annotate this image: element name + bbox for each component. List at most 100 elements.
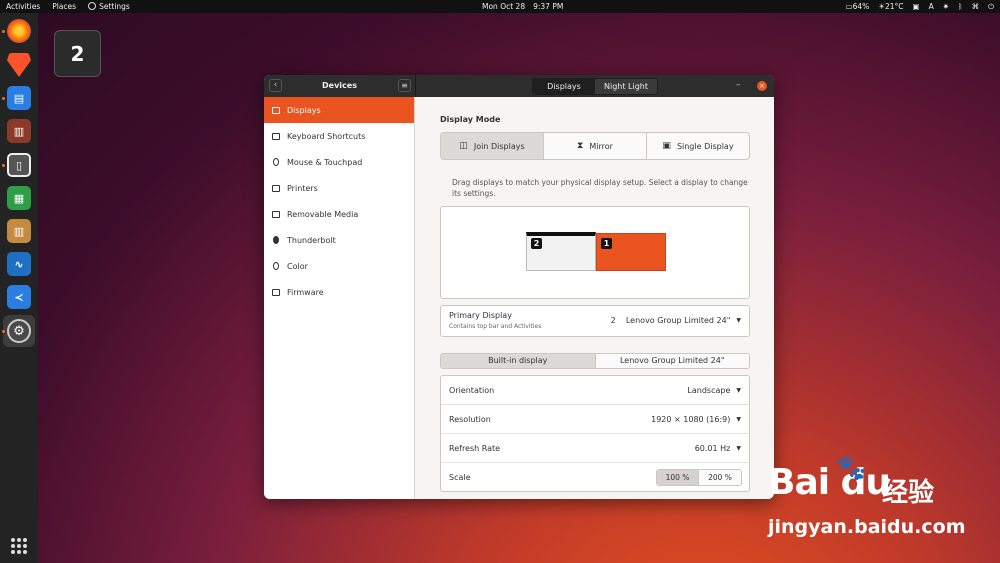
sidebar-item-firmware[interactable]: Firmware bbox=[264, 279, 414, 305]
mouse-icon bbox=[273, 158, 279, 166]
display-mode-heading: Display Mode bbox=[440, 115, 501, 124]
sidebar-item-mouse-touchpad[interactable]: Mouse & Touchpad bbox=[264, 149, 414, 175]
chevron-down-icon: ▼ bbox=[736, 416, 741, 423]
baidu-watermark: Bai du 🐾 经验 jingyan.baidu.com bbox=[768, 452, 990, 544]
running-indicator bbox=[2, 164, 5, 167]
display-arrangement-area: 2 1 bbox=[440, 206, 750, 299]
monitor-1[interactable]: 1 bbox=[596, 233, 666, 271]
sidebar-item-color[interactable]: Color bbox=[264, 253, 414, 279]
refresh-rate-value: 60.01 Hz bbox=[694, 444, 731, 453]
brightness-icon[interactable]: ✷ bbox=[943, 2, 949, 11]
sidebar-item-label: Removable Media bbox=[287, 209, 359, 219]
hamburger-menu-button[interactable]: ≡ bbox=[398, 79, 411, 92]
temperature-label: 21°C bbox=[885, 2, 904, 11]
color-icon bbox=[273, 262, 279, 270]
files-icon[interactable]: ▤ bbox=[7, 86, 31, 110]
settings-app-label: Settings bbox=[99, 2, 130, 11]
minimize-button[interactable]: – bbox=[736, 80, 741, 90]
printer-icon bbox=[272, 184, 280, 192]
battery-indicator[interactable]: ▭64% bbox=[846, 2, 870, 11]
primary-display-sublabel: Contains top bar and Activities bbox=[449, 323, 542, 330]
resolution-dropdown[interactable]: 1920 × 1080 (16:9) ▼ bbox=[651, 415, 741, 424]
camera-icon[interactable]: ▣ bbox=[913, 2, 920, 11]
orientation-row[interactable]: Orientation Landscape ▼ bbox=[441, 376, 749, 405]
settings-window: ‹ Devices ≡ Displays Night Light – × Dis… bbox=[264, 75, 774, 499]
tab-lenovo-display[interactable]: Lenovo Group Limited 24" bbox=[595, 354, 749, 368]
sidebar-item-keyboard-shortcuts[interactable]: Keyboard Shortcuts bbox=[264, 123, 414, 149]
tab-built-in-display[interactable]: Built-in display bbox=[441, 354, 596, 368]
resolution-row[interactable]: Resolution 1920 × 1080 (16:9) ▼ bbox=[441, 405, 749, 434]
weather-indicator[interactable]: ☀21°C bbox=[878, 2, 903, 11]
refresh-rate-row[interactable]: Refresh Rate 60.01 Hz ▼ bbox=[441, 434, 749, 463]
places-menu[interactable]: Places bbox=[46, 2, 82, 11]
settings-app-menu[interactable]: Settings bbox=[82, 2, 136, 11]
tab-displays[interactable]: Displays bbox=[533, 79, 595, 94]
refresh-rate-label: Refresh Rate bbox=[449, 444, 501, 453]
scale-200-button[interactable]: 200 % bbox=[699, 470, 741, 485]
media-icon bbox=[272, 210, 280, 218]
mode-label: Single Display bbox=[676, 141, 734, 151]
firmware-icon bbox=[272, 288, 280, 296]
battery-percent: 64% bbox=[852, 2, 870, 11]
workspace-indicator: 2 bbox=[54, 30, 101, 77]
weather-icon: ☀ bbox=[878, 2, 885, 11]
network-icon[interactable]: ⌘ bbox=[972, 2, 980, 11]
primary-display-row[interactable]: Primary Display Contains top bar and Act… bbox=[440, 305, 750, 337]
activities-button[interactable]: Activities bbox=[0, 2, 46, 11]
scale-100-button[interactable]: 100 % bbox=[657, 470, 699, 485]
orientation-label: Orientation bbox=[449, 386, 495, 395]
power-icon[interactable]: ⏻ bbox=[988, 2, 994, 12]
sidebar-item-label: Displays bbox=[287, 105, 321, 115]
close-button[interactable]: × bbox=[757, 81, 767, 91]
tab-night-light[interactable]: Night Light bbox=[595, 79, 657, 94]
join-displays-button[interactable]: ◫ Join Displays bbox=[441, 133, 544, 159]
firefox-icon[interactable] bbox=[7, 19, 31, 43]
sidebar-item-label: Printers bbox=[287, 183, 318, 193]
primary-display-value: Lenovo Group Limited 24" bbox=[625, 316, 731, 325]
displays-panel: Display Mode ◫ Join Displays ⧗ Mirror ▣ Sin… bbox=[416, 97, 774, 499]
paw-icon: 🐾 bbox=[836, 454, 866, 482]
date-label: Mon Oct 28 bbox=[482, 2, 526, 11]
bluetooth-icon[interactable]: ᛒ bbox=[958, 2, 963, 11]
display-settings-list: Orientation Landscape ▼ Resolution 1920 ×… bbox=[440, 375, 750, 492]
sidebar-item-label: Firmware bbox=[287, 287, 324, 297]
settings-icon[interactable]: ⚙ bbox=[7, 319, 31, 343]
monitor-2[interactable]: 2 bbox=[526, 232, 596, 271]
scale-label: Scale bbox=[449, 473, 471, 482]
sidebar-item-printers[interactable]: Printers bbox=[264, 175, 414, 201]
clock[interactable]: Mon Oct 28 9:37 PM bbox=[482, 2, 563, 11]
keyboard-icon bbox=[272, 132, 280, 140]
show-applications-icon[interactable] bbox=[11, 538, 27, 554]
single-display-button[interactable]: ▣ Single Display bbox=[647, 133, 749, 159]
sidebar-item-thunderbolt[interactable]: Thunderbolt bbox=[264, 227, 414, 253]
brave-icon[interactable] bbox=[7, 53, 31, 77]
sidebar-item-label: Keyboard Shortcuts bbox=[287, 131, 366, 141]
monitor-number: 2 bbox=[531, 238, 542, 249]
watermark-url: jingyan.baidu.com bbox=[768, 516, 966, 538]
primary-display-dropdown[interactable]: 2 Lenovo Group Limited 24" ▼ bbox=[611, 316, 741, 325]
mode-label: Mirror bbox=[589, 141, 613, 151]
mirror-button[interactable]: ⧗ Mirror bbox=[544, 133, 647, 159]
archive-icon[interactable]: ▥ bbox=[7, 119, 31, 143]
book-icon[interactable]: ▥ bbox=[7, 219, 31, 243]
mode-label: Join Displays bbox=[473, 141, 525, 151]
orientation-dropdown[interactable]: Landscape ▼ bbox=[687, 386, 741, 395]
display-mode-selector: ◫ Join Displays ⧗ Mirror ▣ Single Display bbox=[440, 132, 750, 160]
refresh-rate-dropdown[interactable]: 60.01 Hz ▼ bbox=[695, 444, 741, 453]
primary-display-label: Primary Display bbox=[449, 311, 512, 320]
sidebar-item-removable-media[interactable]: Removable Media bbox=[264, 201, 414, 227]
monitor-number: 1 bbox=[601, 238, 612, 249]
time-label: 9:37 PM bbox=[533, 2, 564, 11]
extensions-icon[interactable]: ▦ bbox=[7, 186, 31, 210]
view-switcher: Displays Night Light bbox=[532, 78, 658, 95]
display-tabs: Built-in display Lenovo Group Limited 24… bbox=[440, 353, 750, 369]
display-icon bbox=[272, 106, 280, 114]
chevron-down-icon: ▼ bbox=[736, 387, 741, 394]
terminal-icon[interactable]: ▯ bbox=[7, 153, 31, 177]
header-bar: ‹ Devices ≡ Displays Night Light – × bbox=[264, 75, 774, 97]
sidebar-item-displays[interactable]: Displays bbox=[264, 97, 414, 123]
vscode-icon[interactable]: ≺ bbox=[7, 285, 31, 309]
system-monitor-icon[interactable]: ∿ bbox=[7, 252, 31, 276]
input-method-indicator[interactable]: A bbox=[929, 2, 934, 11]
scale-row: Scale 100 % 200 % bbox=[441, 463, 749, 492]
